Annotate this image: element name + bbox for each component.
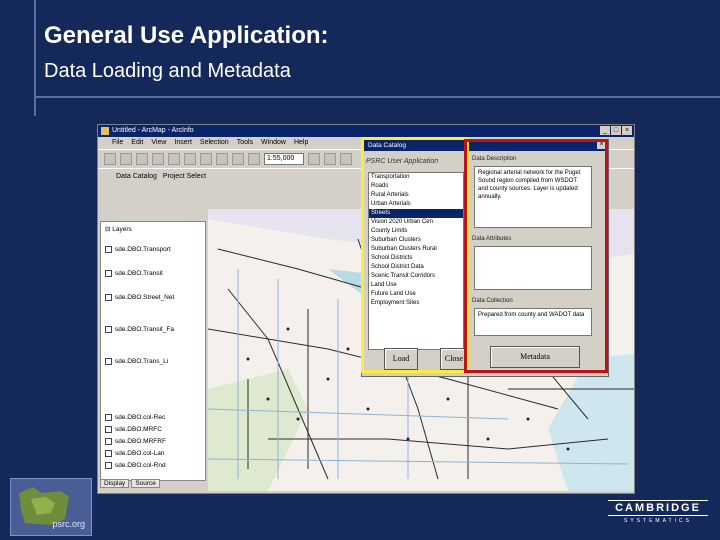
save-icon[interactable] xyxy=(136,153,148,165)
window-titlebar: Untitled - ArcMap - ArcInfo _ □ × xyxy=(98,125,634,137)
slide-title: General Use Application: xyxy=(44,22,329,49)
decorative-vertical-line xyxy=(34,0,36,116)
minimize-button[interactable]: _ xyxy=(600,126,610,135)
tab-source[interactable]: Source xyxy=(131,479,160,488)
toc-layer-item[interactable]: sde.DBO.col-Lan xyxy=(105,450,165,457)
window-title: Untitled - ArcMap - ArcInfo xyxy=(112,127,194,134)
catalog-icon[interactable] xyxy=(324,153,336,165)
toc-layer-item[interactable]: sde.DBO.Transport xyxy=(105,246,171,253)
menu-view[interactable]: View xyxy=(151,137,166,149)
project-select-button[interactable]: Project Select xyxy=(163,173,206,180)
toc-layer-item[interactable]: sde.DBO.Trans_Li xyxy=(105,358,168,365)
toc-layer-item[interactable]: sde.DBO.Transit_Fa xyxy=(105,326,174,333)
menu-tools[interactable]: Tools xyxy=(237,137,253,149)
tab-display[interactable]: Display xyxy=(100,479,130,488)
psrc-logo: psrc.org xyxy=(10,478,92,536)
toc-tabs: Display Source xyxy=(100,479,160,488)
close-window-button[interactable]: × xyxy=(622,126,632,135)
delete-icon[interactable] xyxy=(216,153,228,165)
toc-layer-item[interactable]: sde.DBO.MRFRF xyxy=(105,438,166,445)
menu-file[interactable]: File xyxy=(112,137,123,149)
decorative-horizontal-line xyxy=(34,96,720,98)
cut-icon[interactable] xyxy=(168,153,180,165)
scale-input[interactable]: 1:55,000 xyxy=(264,153,304,165)
cambridge-subtitle: SYSTEMATICS xyxy=(624,518,692,524)
yellow-highlight-frame xyxy=(361,137,469,373)
toc-layer-item[interactable]: sde.DBO.Street_Net xyxy=(105,294,174,301)
toc-layer-item[interactable]: sde.DBO.Transit xyxy=(105,270,163,277)
editor-icon[interactable] xyxy=(308,153,320,165)
cambridge-logo: CAMBRIDGE SYSTEMATICS xyxy=(608,500,708,530)
cambridge-name: CAMBRIDGE xyxy=(608,500,708,516)
undo-icon[interactable] xyxy=(232,153,244,165)
menu-insert[interactable]: Insert xyxy=(174,137,192,149)
toc-layers-root[interactable]: ⊟ Layers xyxy=(105,225,132,233)
open-icon[interactable] xyxy=(120,153,132,165)
new-icon[interactable] xyxy=(104,153,116,165)
print-icon[interactable] xyxy=(152,153,164,165)
menu-window[interactable]: Window xyxy=(261,137,286,149)
menu-edit[interactable]: Edit xyxy=(131,137,143,149)
data-catalog-button[interactable]: Data Catalog xyxy=(116,173,157,180)
red-highlight-frame xyxy=(464,139,608,373)
menu-selection[interactable]: Selection xyxy=(200,137,229,149)
toc-layer-item[interactable]: sde.DBO.col-Rnd xyxy=(105,462,166,469)
toc-layer-item[interactable]: sde.DBO.col-Rec xyxy=(105,414,165,421)
help-icon[interactable] xyxy=(340,153,352,165)
app-icon xyxy=(101,127,109,135)
paste-icon[interactable] xyxy=(200,153,212,165)
maximize-button[interactable]: □ xyxy=(611,126,621,135)
table-of-contents: ⊟ Layers sde.DBO.Transport sde.DBO.Trans… xyxy=(100,221,206,481)
toc-layer-item[interactable]: sde.DBO.MRFC xyxy=(105,426,162,433)
psrc-url: psrc.org xyxy=(52,519,85,529)
add-data-icon[interactable] xyxy=(248,153,260,165)
copy-icon[interactable] xyxy=(184,153,196,165)
menu-help[interactable]: Help xyxy=(294,137,308,149)
slide-subtitle: Data Loading and Metadata xyxy=(44,60,291,82)
